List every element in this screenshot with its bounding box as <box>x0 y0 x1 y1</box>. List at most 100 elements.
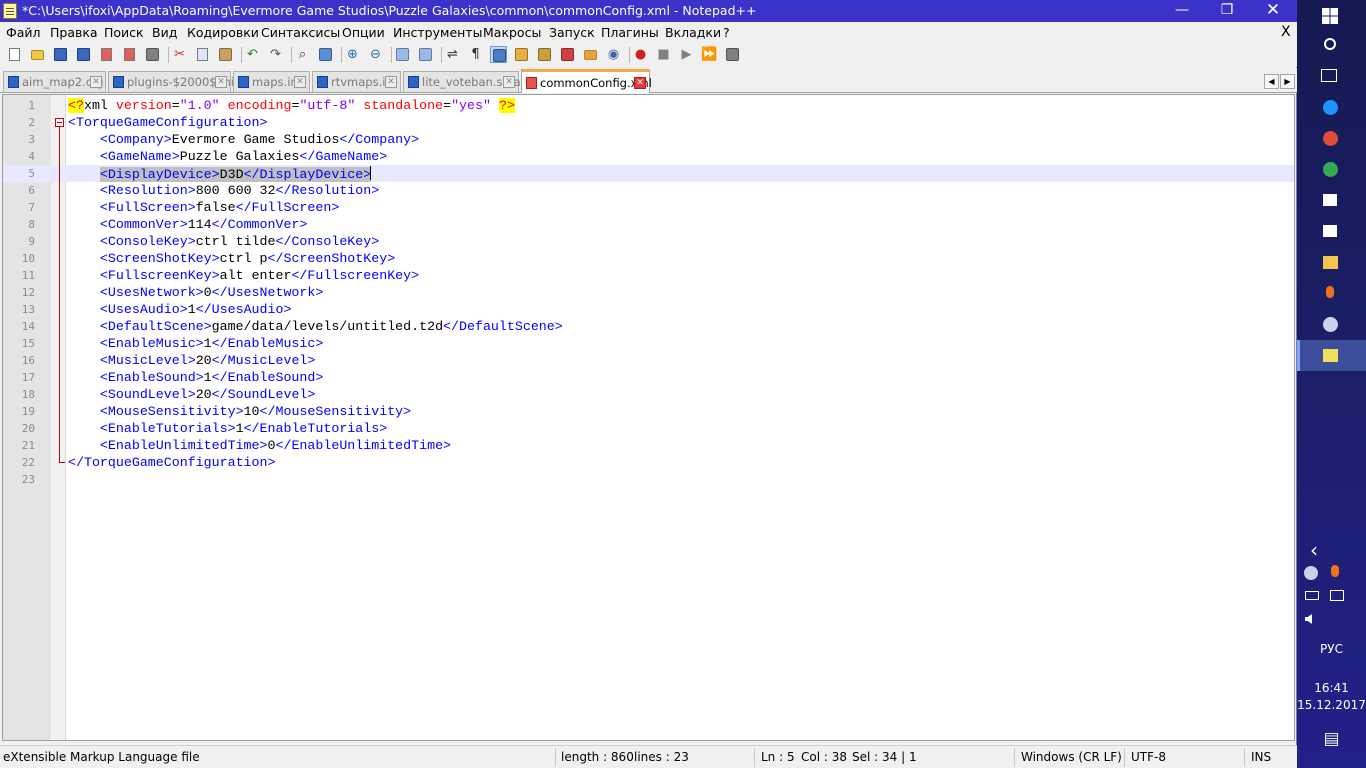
editor-line[interactable]: 15 <EnableMusic>1</EnableMusic> <box>3 335 1294 352</box>
user-language-icon[interactable] <box>513 46 530 63</box>
line-code[interactable]: <CommonVer>114</CommonVer> <box>68 217 308 232</box>
tab-common-config[interactable]: commonConfig.xml ✕ <box>521 69 652 93</box>
replace-icon[interactable] <box>317 46 334 63</box>
zoom-out-icon[interactable]: ⊖ <box>367 46 384 63</box>
input-language-indicator[interactable]: РУС <box>1297 642 1366 656</box>
redo-icon[interactable]: ↷ <box>267 46 284 63</box>
close-window-button[interactable]: ✕ <box>1250 0 1296 22</box>
editor-line[interactable]: 5 <DisplayDevice>D3D</DisplayDevice> <box>3 165 1294 182</box>
line-code[interactable]: <ConsoleKey>ctrl tilde</ConsoleKey> <box>68 234 379 249</box>
copy-icon[interactable] <box>194 46 211 63</box>
maximize-button[interactable]: ❐ <box>1204 0 1250 22</box>
tab-aim-map2[interactable]: aim_map2.cfg ✕ <box>3 71 106 92</box>
zoom-in-icon[interactable]: ⊕ <box>344 46 361 63</box>
line-code[interactable]: <EnableSound>1</EnableSound> <box>68 370 323 385</box>
editor-line[interactable]: 11 <FullscreenKey>alt enter</FullscreenK… <box>3 267 1294 284</box>
line-code[interactable]: <SoundLevel>20</SoundLevel> <box>68 387 315 402</box>
editor-line[interactable]: 22 </TorqueGameConfiguration> <box>3 454 1294 471</box>
line-code[interactable]: <MusicLevel>20</MusicLevel> <box>68 353 315 368</box>
taskbar-file-explorer-button[interactable] <box>1297 247 1366 278</box>
editor-line[interactable]: 20 <EnableTutorials>1</EnableTutorials> <box>3 420 1294 437</box>
editor-line[interactable]: 2 <TorqueGameConfiguration> <box>3 114 1294 131</box>
show-all-chars-icon[interactable]: ¶ <box>467 46 484 63</box>
line-code[interactable]: <ScreenShotKey>ctrl p</ScreenShotKey> <box>68 251 395 266</box>
editor-line[interactable]: 18 <SoundLevel>20</SoundLevel> <box>3 386 1294 403</box>
editor-line[interactable]: 16 <MusicLevel>20</MusicLevel> <box>3 352 1294 369</box>
tab-scroll-right-button[interactable]: ▶ <box>1280 74 1295 89</box>
editor-line[interactable]: 13 <UsesAudio>1</UsesAudio> <box>3 301 1294 318</box>
editor-line[interactable]: 7 <FullScreen>false</FullScreen> <box>3 199 1294 216</box>
editor-line[interactable]: 19 <MouseSensitivity>10</MouseSensitivit… <box>3 403 1294 420</box>
line-code[interactable]: <EnableTutorials>1</EnableTutorials> <box>68 421 387 436</box>
menu-help[interactable]: ? <box>723 25 730 40</box>
sync-vertical-icon[interactable] <box>394 46 411 63</box>
battery-icon[interactable] <box>1305 591 1319 600</box>
line-code[interactable]: <UsesAudio>1</UsesAudio> <box>68 302 292 317</box>
find-icon[interactable]: ⌕ <box>294 46 311 63</box>
tab-scroll-left-button[interactable]: ◀ <box>1264 74 1279 89</box>
sync-horizontal-icon[interactable] <box>417 46 434 63</box>
clock-date[interactable]: 15.12.2017 <box>1297 698 1366 712</box>
editor-line[interactable]: 23 <box>3 471 1294 488</box>
taskbar-chrome-alt-button[interactable] <box>1297 154 1366 185</box>
close-file-icon[interactable] <box>98 46 115 63</box>
tab-lite-voteban[interactable]: lite_voteban.sma ✕ <box>403 71 521 92</box>
tab-close-icon[interactable]: ✕ <box>503 76 515 88</box>
editor-line[interactable]: 3 <Company>Evermore Game Studios</Compan… <box>3 131 1294 148</box>
line-code[interactable]: <MouseSensitivity>10</MouseSensitivity> <box>68 404 411 419</box>
function-list-icon[interactable] <box>559 46 576 63</box>
minimize-button[interactable]: — <box>1159 0 1205 22</box>
menu-macro[interactable]: Макросы <box>483 25 541 40</box>
paste-icon[interactable] <box>217 46 234 63</box>
taskbar-search-button[interactable] <box>1297 30 1366 61</box>
text-editor[interactable]: 1 <?xml version="1.0" encoding="utf-8" st… <box>2 94 1295 741</box>
tab-close-icon[interactable]: ✕ <box>294 76 306 88</box>
menu-edit[interactable]: Правка <box>50 25 98 40</box>
close-all-icon[interactable] <box>121 46 138 63</box>
editor-line[interactable]: 6 <Resolution>800 600 32</Resolution> <box>3 182 1294 199</box>
menu-search[interactable]: Поиск <box>104 25 144 40</box>
taskbar-task-view-button[interactable] <box>1297 60 1366 91</box>
microphone-tray-icon[interactable] <box>1331 565 1339 577</box>
taskbar-chrome-button[interactable] <box>1297 123 1366 154</box>
stop-record-icon[interactable]: ■ <box>655 46 672 63</box>
clock-time[interactable]: 16:41 <box>1297 681 1366 695</box>
folder-workspace-icon[interactable] <box>582 46 599 63</box>
print-icon[interactable] <box>144 46 161 63</box>
line-code[interactable]: <GameName>Puzzle Galaxies</GameName> <box>68 149 387 164</box>
menu-settings[interactable]: Опции <box>342 25 385 40</box>
record-macro-icon[interactable]: ● <box>632 46 649 63</box>
taskbar-store-button[interactable] <box>1297 185 1366 216</box>
editor-line[interactable]: 12 <UsesNetwork>0</UsesNetwork> <box>3 284 1294 301</box>
editor-line[interactable]: 1 <?xml version="1.0" encoding="utf-8" st… <box>3 97 1294 114</box>
play-macro-icon[interactable]: ▶ <box>678 46 695 63</box>
editor-line[interactable]: 4 <GameName>Puzzle Galaxies</GameName> <box>3 148 1294 165</box>
tab-maps[interactable]: maps.ini ✕ <box>233 71 310 92</box>
tab-plugins[interactable]: plugins-$2000$.ini ✕ <box>108 71 234 92</box>
indent-guide-icon[interactable] <box>490 46 507 63</box>
status-eol-format[interactable]: Windows (CR LF) <box>1021 750 1122 764</box>
monitoring-icon[interactable]: ◉ <box>605 46 622 63</box>
menu-plugins[interactable]: Плагины <box>601 25 659 40</box>
taskbar-notepad-plus-plus-button[interactable] <box>1297 340 1366 371</box>
line-code[interactable]: <Resolution>800 600 32</Resolution> <box>68 183 379 198</box>
line-code[interactable]: <EnableUnlimitedTime>0</EnableUnlimitedT… <box>68 438 451 453</box>
play-multiple-icon[interactable]: ⏩ <box>701 46 718 63</box>
taskbar-edge-button[interactable] <box>1297 92 1366 123</box>
status-encoding[interactable]: UTF-8 <box>1131 750 1166 764</box>
taskbar-steam-button[interactable] <box>1297 309 1366 340</box>
fold-toggle-icon[interactable] <box>55 118 64 127</box>
save-icon[interactable] <box>52 46 69 63</box>
editor-line[interactable]: 21 <EnableUnlimitedTime>0</EnableUnlimit… <box>3 437 1294 454</box>
save-macro-icon[interactable] <box>724 46 741 63</box>
network-icon[interactable] <box>1330 590 1344 601</box>
editor-line[interactable]: 17 <EnableSound>1</EnableSound> <box>3 369 1294 386</box>
line-code[interactable]: <Company>Evermore Game Studios</Company> <box>68 132 419 147</box>
word-wrap-icon[interactable]: ⇌ <box>444 46 461 63</box>
save-all-icon[interactable] <box>75 46 92 63</box>
editor-line[interactable]: 8 <CommonVer>114</CommonVer> <box>3 216 1294 233</box>
menu-file[interactable]: Файл <box>6 25 41 40</box>
steam-tray-icon[interactable] <box>1304 566 1318 580</box>
line-code[interactable]: <EnableMusic>1</EnableMusic> <box>68 336 323 351</box>
line-code[interactable]: <FullscreenKey>alt enter</FullscreenKey> <box>68 268 419 283</box>
